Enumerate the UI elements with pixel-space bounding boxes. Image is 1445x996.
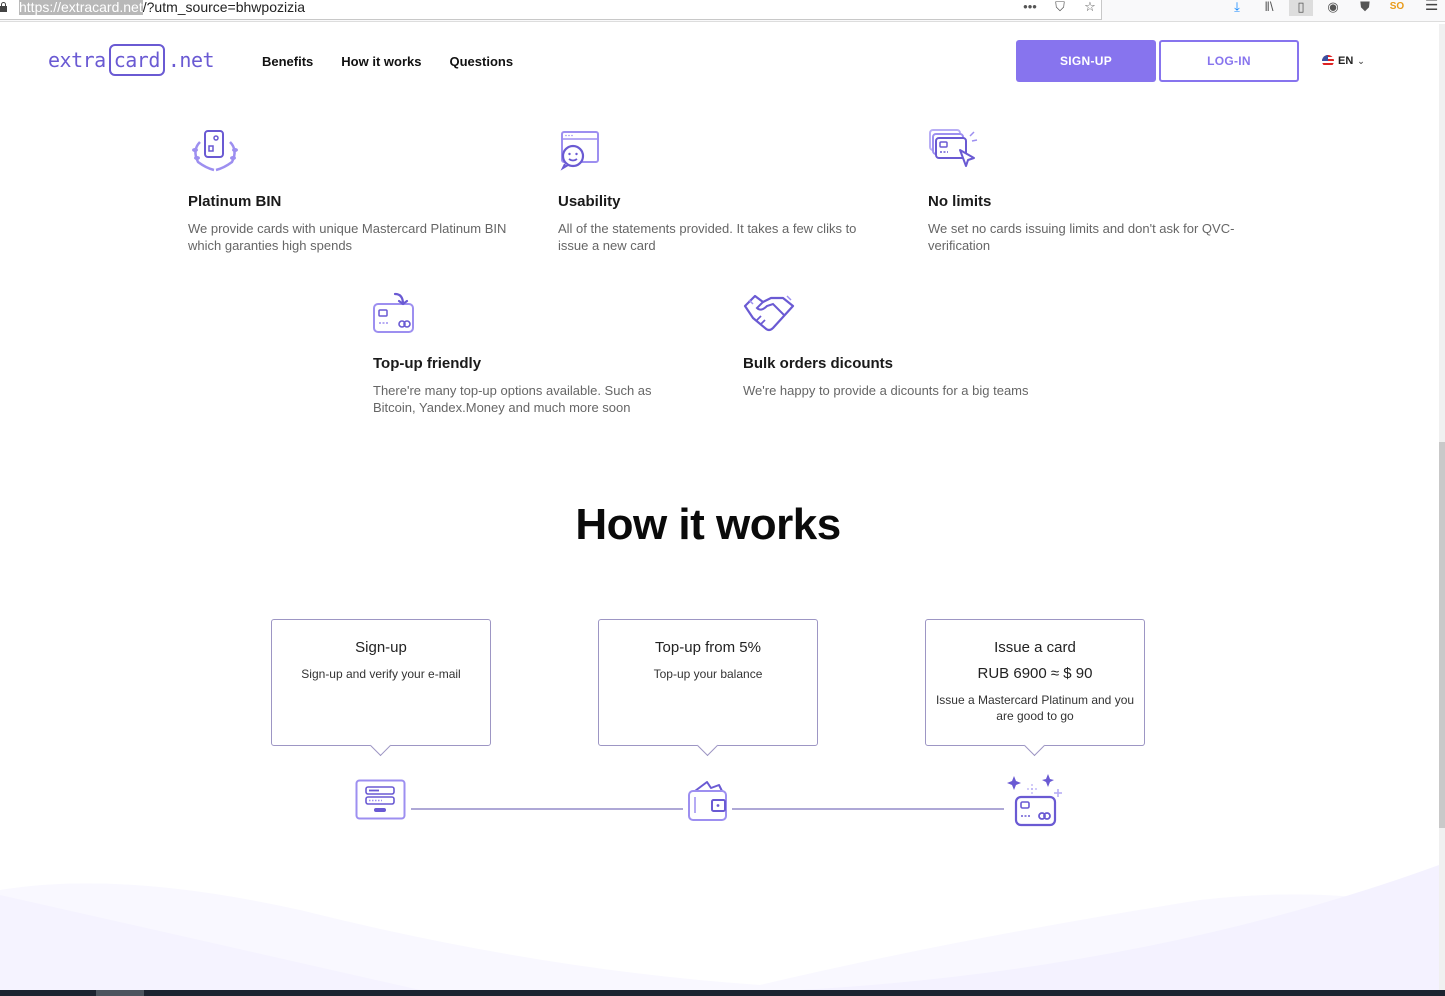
benefit-bulk-orders: Bulk orders dicounts We're happy to prov… [743,290,1063,399]
library-icon[interactable]: ‖\ [1257,0,1281,16]
step-title: Top-up from 5% [655,639,761,656]
language-selector[interactable]: EN ⌄ [1322,55,1365,67]
benefit-no-limits: No limits We set no cards issuing limits… [928,128,1248,254]
bookmark-star-icon[interactable]: ☆ [1080,0,1100,13]
main-nav: Benefits How it works Questions [262,54,513,69]
laurel-card-icon [192,130,238,172]
benefit-text: We set no cards issuing limits and don't… [928,221,1235,253]
step-card-topup: Top-up from 5% Top-up your balance [598,619,818,746]
extension-icon[interactable]: SO [1385,0,1409,16]
smiley-window-icon [560,131,599,171]
scrollbar-thumb[interactable] [1439,442,1445,828]
section-title: How it works [575,500,841,549]
benefit-usability: Usability All of the statements provided… [558,128,878,254]
step-title: Issue a card [994,639,1076,656]
benefit-title: Top-up friendly [373,355,482,372]
step-text: Issue a Mastercard Platinum and you are … [935,693,1135,723]
lock-icon [0,2,7,12]
benefit-title: Platinum BIN [188,193,282,210]
step-price: RUB 6900 ≈ $ 90 [977,665,1093,682]
step-card-issue: Issue a card RUB 6900 ≈ $ 90 Issue a Mas… [925,619,1145,746]
benefit-text: We're happy to provide a dicounts for a … [743,383,1029,398]
benefit-title: Bulk orders dicounts [743,355,894,372]
wallet-icon [688,781,727,821]
chevron-down-icon: ⌄ [1357,55,1365,66]
benefit-title: No limits [928,193,992,210]
hamburger-menu-icon[interactable]: ☰ [1425,0,1438,13]
nav-questions[interactable]: Questions [449,54,513,69]
benefit-top-up-friendly: Top-up friendly There're many top-up opt… [373,290,693,416]
more-icon[interactable]: ••• [1020,0,1040,13]
signup-button[interactable]: SIGN-UP [1016,40,1156,82]
step-text: Top-up your balance [653,667,763,681]
cards-cursor-icon [929,129,978,167]
address-bar[interactable]: https://extracard.net/?utm_source=bhwpoz… [0,0,1102,20]
login-button[interactable]: LOG-IN [1159,40,1299,82]
us-flag-icon [1322,55,1334,67]
nav-how-it-works[interactable]: How it works [341,54,421,69]
taskbar-app[interactable] [96,990,144,996]
benefit-text: We provide cards with unique Mastercard … [188,221,507,253]
benefit-title: Usability [558,193,621,210]
reader-view-icon[interactable]: ▯ [1289,0,1313,16]
step-card-signup: Sign-up Sign-up and verify your e-mail [271,619,491,746]
login-form-icon [355,779,406,820]
site-header: extra card .net Benefits How it works Ques… [0,24,1439,96]
account-icon[interactable]: ◉ [1321,0,1345,16]
benefit-text: There're many top-up options available. … [373,383,652,415]
benefit-text: All of the statements provided. It takes… [558,221,857,253]
timeline-connector [411,808,683,810]
nav-benefits[interactable]: Benefits [262,54,313,69]
benefit-platinum-bin: Platinum BIN We provide cards with uniqu… [188,128,508,254]
pocket-icon[interactable]: ⛉ [1050,0,1070,13]
sparkle-card-icon [1007,774,1062,827]
handshake-icon [743,294,795,332]
step-title: Sign-up [355,639,407,656]
url-text[interactable]: https://extracard.net/?utm_source=bhwpoz… [19,0,305,15]
background-waves [0,865,1439,990]
download-icon[interactable]: ⤓ [1225,0,1249,16]
card-topup-icon [373,292,414,333]
timeline-connector [732,808,1004,810]
step-text: Sign-up and verify your e-mail [301,667,461,681]
browser-toolbar: https://extracard.net/?utm_source=bhwpoz… [0,0,1445,22]
os-taskbar [0,990,1445,996]
shield-icon[interactable]: ⛊ [1353,0,1377,16]
scrollbar[interactable] [1439,24,1445,990]
logo[interactable]: extra card .net [48,44,215,76]
